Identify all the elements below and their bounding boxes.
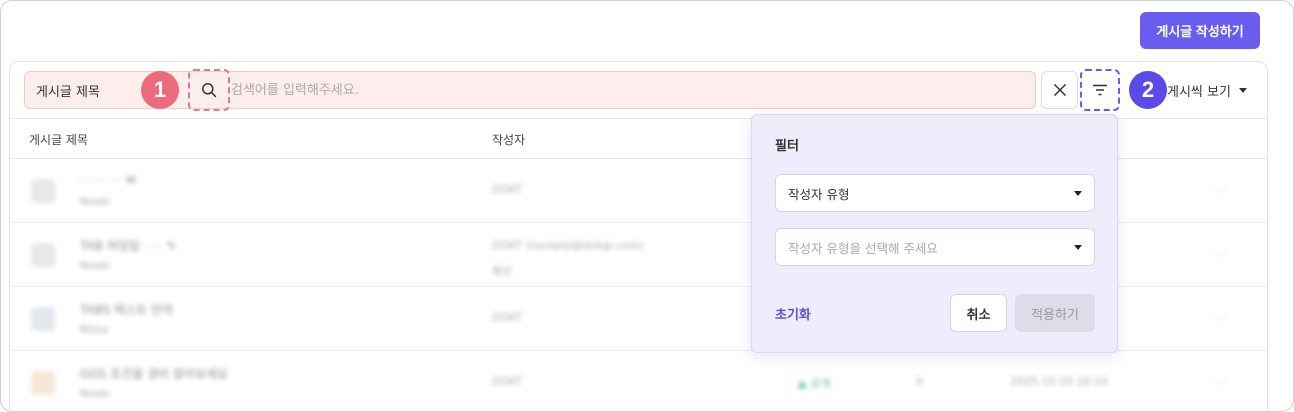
row-author: DOKT [492,375,523,388]
search-icon [202,83,217,98]
author-type-value-select[interactable]: 작성자 유형을 선택해 주세요 [775,228,1095,266]
reset-filter-link[interactable]: 초기화 [775,304,811,323]
row-more-icon[interactable]: ··· [1215,311,1226,325]
filter-popover-title: 필터 [775,139,799,154]
author-type-select[interactable]: 작성자 유형 [775,174,1095,212]
row-subtitle: Noski [80,195,111,208]
clear-search-button[interactable] [1041,71,1078,109]
filter-popover: 필터 작성자 유형 작성자 유형을 선택해 주세요 초기화 취소 적용하기 [751,114,1118,353]
post-thumbnail [31,243,55,267]
annotation-marker-1: 1 [141,71,179,109]
view-mode-dropdown[interactable]: 게시씩 보기 [1167,79,1247,101]
row-date: 2025.10.10 10:10 [1010,375,1109,388]
close-icon [1053,83,1066,97]
caret-down-icon [1074,190,1082,196]
caret-down-icon [1074,244,1082,250]
row-author-secondary: 확인 [492,265,513,278]
table-row[interactable]: GGS 조건을 경비 알아보세요 Noski DOKT ▲ 공개 0 2025.… [10,351,1267,411]
row-more-icon[interactable]: ··· [1215,375,1226,389]
write-post-button[interactable]: 게시글 작성하기 [1140,12,1260,49]
row-subtitle: Noski [80,387,111,400]
row-title: GGS 조건을 경비 알아보세요 [80,367,229,381]
row-more-icon[interactable]: ··· [1215,247,1226,261]
row-title: TABS 텍스트 안의 [80,303,174,317]
row-title: · · · · · · ✉ [80,173,136,187]
caret-down-icon [1238,87,1247,93]
post-thumbnail [31,307,55,331]
row-count: 0 [916,375,923,388]
row-subtitle: Noski [80,259,111,272]
filter-lines-icon [1093,84,1107,96]
row-author: DOKT (noreply@dokgi.com) [492,239,644,252]
view-mode-label: 게시씩 보기 [1167,84,1231,100]
row-status-badge: ▲ 공개 [798,377,831,390]
row-author: DOKT [492,183,523,196]
search-field-select[interactable]: 게시글 제목 [25,72,141,108]
column-header-author[interactable]: 작성자 [492,131,525,148]
post-thumbnail [31,179,55,203]
annotation-marker-2: 2 [1129,71,1167,109]
row-title: TAB 여덩일 · · · ✎ [80,239,177,253]
author-type-value-placeholder: 작성자 유형을 선택해 주세요 [788,240,938,256]
author-type-select-label: 작성자 유형 [788,186,850,202]
post-thumbnail [31,371,55,395]
search-button[interactable] [188,69,230,111]
app-frame: 게시글 작성하기 게시글 제목 1 2 게시씩 보기 게시글 제목 작성자 [0,0,1294,412]
search-input[interactable] [231,73,1021,107]
filter-button[interactable] [1080,69,1120,111]
row-author: DOKT [492,311,523,324]
cancel-button[interactable]: 취소 [950,294,1007,332]
row-more-icon[interactable]: ··· [1215,183,1226,197]
apply-filter-button[interactable]: 적용하기 [1015,294,1095,332]
column-header-title[interactable]: 게시글 제목 [29,131,88,148]
row-subtitle: NUoz [80,323,109,336]
